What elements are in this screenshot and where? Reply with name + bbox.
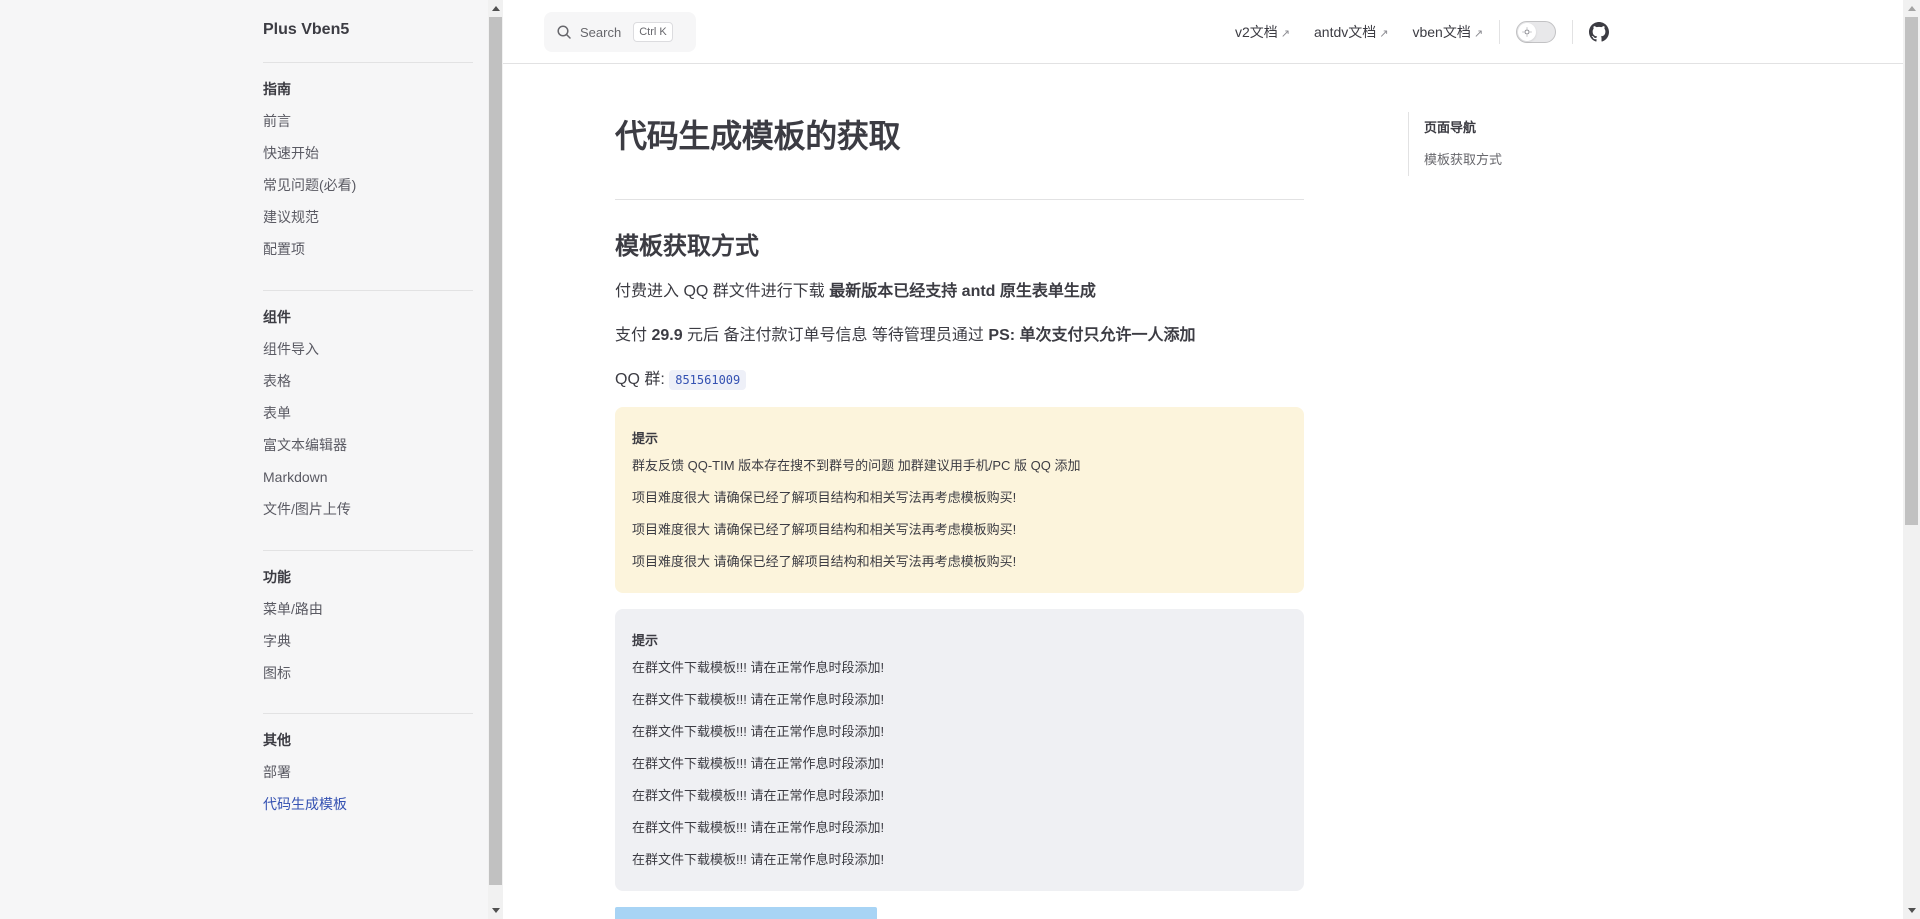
nav-link-antdv-docs[interactable]: antdv文档 ↗ (1314, 22, 1388, 42)
sidebar-group-other: 其他 部署 代码生成模板 (263, 713, 473, 820)
tip-line: 在群文件下载模板!!! 请在正常作息时段添加! (632, 820, 885, 835)
theme-toggle[interactable] (1516, 21, 1557, 43)
paragraph-qq-group: QQ 群: 851561009 (615, 365, 747, 390)
external-link-icon: ↗ (1379, 28, 1389, 40)
sidebar-scrollbar[interactable] (488, 0, 503, 919)
sidebar: Plus Vben5 指南 前言 快速开始 常见问题(必看) 建议规范 配置项 … (0, 0, 488, 919)
tip-title: 提示 (632, 431, 659, 446)
nav-link-v2-docs[interactable]: v2文档 ↗ (1235, 22, 1290, 42)
sidebar-item-conventions[interactable]: 建议规范 (263, 201, 473, 233)
site-title[interactable]: Plus Vben5 (263, 21, 349, 39)
scroll-down-arrow-icon[interactable] (1908, 908, 1916, 913)
sidebar-item-file-upload[interactable]: 文件/图片上传 (263, 493, 473, 525)
tip-line: 项目难度很大 请确保已经了解项目结构和相关写法再考虑模板购买! (632, 522, 1017, 537)
search-shortcut-kbd: Ctrl K (633, 22, 673, 42)
sidebar-group-title: 功能 (263, 569, 291, 585)
page-outline: 页面导航 模板获取方式 (1408, 112, 1502, 176)
tip-line: 在群文件下载模板!!! 请在正常作息时段添加! (632, 692, 885, 707)
tip-title: 提示 (632, 633, 659, 648)
outline-item-template-access[interactable]: 模板获取方式 (1424, 144, 1502, 176)
sidebar-item-table[interactable]: 表格 (263, 365, 473, 397)
external-link-icon: ↗ (1280, 28, 1291, 40)
sidebar-item-config[interactable]: 配置项 (263, 233, 473, 265)
toggle-knob (1518, 23, 1537, 41)
sidebar-item-component-import[interactable]: 组件导入 (263, 333, 473, 365)
tip-line: 群友反馈 QQ-TIM 版本存在搜不到群号的问题 加群建议用手机/PC 版 QQ… (632, 458, 1081, 473)
sidebar-item-quick-start[interactable]: 快速开始 (263, 137, 473, 169)
sun-icon (1522, 27, 1532, 37)
search-button[interactable]: Search Ctrl K (544, 12, 696, 52)
page-scrollbar-thumb[interactable] (1905, 17, 1918, 525)
sidebar-item-form[interactable]: 表单 (263, 397, 473, 429)
sidebar-item-faq[interactable]: 常见问题(必看) (263, 169, 473, 201)
sidebar-group-components: 组件 组件导入 表格 表单 富文本编辑器 Markdown 文件/图片上传 (263, 290, 473, 525)
paragraph-purchase: 付费进入 QQ 群文件进行下载 最新版本已经支持 antd 原生表单生成 (615, 283, 1096, 300)
page-title: 代码生成模板的获取 (615, 118, 901, 154)
warning-tip: 提示 群友反馈 QQ-TIM 版本存在搜不到群号的问题 加群建议用手机/PC 版… (615, 407, 1304, 593)
sidebar-item-rich-text-editor[interactable]: 富文本编辑器 (263, 429, 473, 461)
tip-line: 在群文件下载模板!!! 请在正常作息时段添加! (632, 756, 885, 771)
sidebar-item-preface[interactable]: 前言 (263, 105, 473, 137)
scroll-up-arrow-icon[interactable] (1908, 6, 1916, 11)
qq-group-code[interactable]: 851561009 (669, 370, 747, 390)
tip-line: 在群文件下载模板!!! 请在正常作息时段添加! (632, 852, 885, 867)
section-title: 模板获取方式 (615, 233, 759, 260)
nav-divider (1572, 20, 1574, 44)
sidebar-item-markdown[interactable]: Markdown (263, 461, 473, 493)
sidebar-item-deploy[interactable]: 部署 (263, 756, 473, 788)
sidebar-group-title: 组件 (263, 309, 291, 325)
tip-line: 在群文件下载模板!!! 请在正常作息时段添加! (632, 660, 885, 675)
sidebar-group-features: 功能 菜单/路由 字典 图标 (263, 550, 473, 689)
page-scrollbar[interactable] (1903, 0, 1920, 919)
info-tip: 提示 在群文件下载模板!!! 请在正常作息时段添加! 在群文件下载模板!!! 请… (615, 609, 1304, 891)
external-link-icon: ↗ (1473, 28, 1484, 40)
search-label: Search (580, 24, 622, 40)
scroll-up-arrow-icon[interactable] (492, 6, 500, 11)
sidebar-item-dictionary[interactable]: 字典 (263, 625, 473, 657)
top-navbar: Search Ctrl K v2文档 ↗ antdv文档 ↗ vben文档 ↗ (503, 0, 1903, 64)
tip-line: 在群文件下载模板!!! 请在正常作息时段添加! (632, 788, 885, 803)
scroll-down-arrow-icon[interactable] (492, 908, 500, 913)
nav-link-vben-docs[interactable]: vben文档 ↗ (1412, 22, 1483, 42)
outline-title: 页面导航 (1424, 120, 1477, 135)
search-icon (557, 25, 571, 39)
sidebar-group-guide: 指南 前言 快速开始 常见问题(必看) 建议规范 配置项 (263, 62, 473, 265)
tip-line: 项目难度很大 请确保已经了解项目结构和相关写法再考虑模板购买! (632, 554, 1017, 569)
sidebar-group-title: 其他 (263, 732, 291, 748)
sidebar-item-codegen-template[interactable]: 代码生成模板 (263, 788, 473, 820)
tip-line: 在群文件下载模板!!! 请在正常作息时段添加! (632, 724, 885, 739)
sidebar-scrollbar-thumb[interactable] (489, 17, 502, 885)
sidebar-item-icons[interactable]: 图标 (263, 657, 473, 689)
github-icon[interactable] (1589, 22, 1610, 42)
tip-line: 项目难度很大 请确保已经了解项目结构和相关写法再考虑模板购买! (632, 490, 1017, 505)
nav-links: v2文档 ↗ antdv文档 ↗ vben文档 ↗ (1235, 0, 1610, 64)
image-placeholder (615, 907, 877, 919)
nav-divider (1499, 20, 1501, 44)
sidebar-group-title: 指南 (263, 81, 291, 97)
sidebar-item-menu-route[interactable]: 菜单/路由 (263, 593, 473, 625)
paragraph-payment: 支付 29.9 元后 备注付款订单号信息 等待管理员通过 PS: 单次支付只允许… (615, 327, 1196, 344)
title-divider (615, 199, 1304, 200)
